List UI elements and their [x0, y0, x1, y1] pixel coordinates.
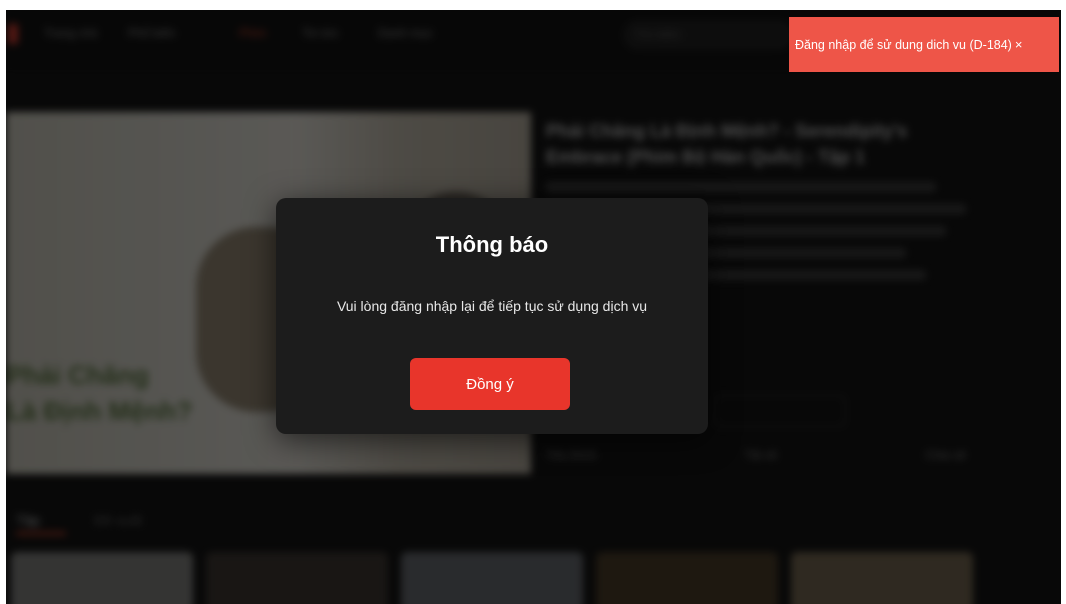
- close-icon[interactable]: ×: [1015, 17, 1023, 72]
- error-toast: Đăng nhập để sử dung dich vu (D-184) ×: [789, 17, 1059, 72]
- dialog-title: Thông báo: [435, 232, 549, 257]
- screenshot-frame: Trang chủ Phổ biến Phim Tin tức Danh mục…: [0, 0, 1066, 604]
- app-screen: Trang chủ Phổ biến Phim Tin tức Danh mục…: [6, 10, 1061, 604]
- dialog-message: Vui lòng đăng nhập lại để tiếp tục sử dụ…: [336, 298, 648, 314]
- notification-dialog: Thông báo Vui lòng đăng nhập lại để tiếp…: [276, 198, 708, 434]
- toast-message: Đăng nhập để sử dung dich vu (D-184): [795, 38, 1012, 52]
- confirm-button[interactable]: Đồng ý: [410, 358, 570, 410]
